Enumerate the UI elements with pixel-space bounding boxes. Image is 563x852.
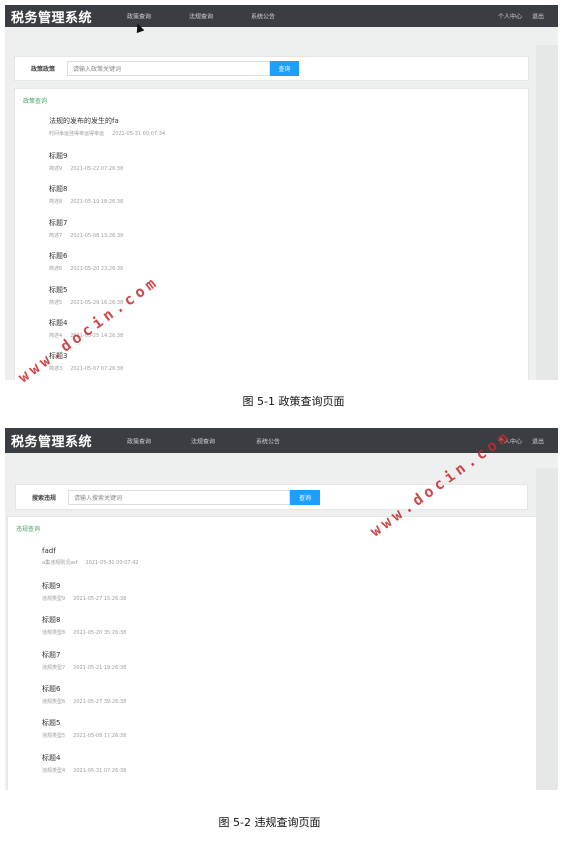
list-item[interactable]: 标题6 简述6 2021-05-20 23:26:38 (49, 251, 123, 272)
item-title: 标题4 (42, 754, 61, 762)
item-meta: 简述7 2021-05-08 13:26:38 (49, 233, 124, 239)
section-title: 违规查询 (16, 526, 41, 533)
search-button[interactable]: 查询 (270, 61, 299, 76)
search-input[interactable]: 请输入搜索关键词 (68, 489, 290, 505)
search-label: 政策政策 (31, 66, 56, 73)
list-item[interactable]: 标题6 违规类型6 2021-05-27 39:26:38 (42, 684, 126, 705)
item-title: 标题8 (42, 616, 61, 624)
logout-link[interactable]: 退出 (532, 12, 544, 21)
item-meta: 简述8 2021-05-19 18:26:38 (49, 199, 124, 205)
item-meta: 违规类型7 2021-05-21 19:26:38 (42, 665, 127, 671)
nav-regulation-query[interactable]: 法规查询 (189, 12, 213, 21)
nav-system-notice[interactable]: 系统公告 (251, 12, 275, 21)
item-title: 标题8 (49, 185, 68, 193)
item-title: fadf (42, 547, 56, 555)
search-panel: 政策政策 请输入政策关键词 查询 (14, 56, 529, 81)
section-title: 政策查询 (23, 98, 48, 105)
scrollbar-track[interactable] (536, 45, 558, 380)
list-item[interactable]: 法规的发布的发生的fa 时间幸运挂得幸运得幸运 2021-05-31 00:07:… (49, 116, 165, 137)
item-meta: 简述6 2021-05-20 23:26:38 (49, 266, 124, 272)
scrollbar-track[interactable] (536, 468, 558, 790)
item-title: 标题7 (42, 651, 61, 659)
nav-policy-query[interactable]: 政策查询 (127, 436, 151, 445)
user-center-link[interactable]: 个人中心 (498, 12, 522, 21)
search-panel: 搜索违规 请输入搜索关键词 查询 (15, 484, 528, 510)
figure-caption: 图 5-1 政策查询页面 (242, 395, 345, 408)
result-panel: 违规查询 fadf a集违规刚况asf 2021-05-31 00:07:42 标… (7, 516, 548, 790)
item-meta: 违规类型5 2021-05-08 17:26:38 (42, 733, 127, 739)
search-input[interactable]: 请输入政策关键词 (67, 61, 270, 76)
item-title: 标题9 (42, 582, 61, 590)
app-title: 税务管理系统 (11, 435, 93, 450)
app-title: 税务管理系统 (11, 10, 93, 26)
nav-system-notice[interactable]: 系统公告 (256, 436, 280, 445)
item-title: 标题6 (42, 685, 61, 693)
item-meta: a集违规刚况asf 2021-05-31 00:07:42 (42, 560, 139, 566)
item-title: 标题7 (49, 219, 68, 227)
item-title: 法规的发布的发生的fa (49, 117, 119, 125)
nav-regulation-query[interactable]: 法规查询 (191, 436, 215, 445)
list-item[interactable]: 标题7 违规类型7 2021-05-21 19:26:38 (42, 650, 126, 671)
nav-policy-query[interactable]: 政策查询 (127, 12, 151, 21)
list-item[interactable]: 标题7 简述7 2021-05-08 13:26:38 (49, 218, 123, 239)
list-item[interactable]: 标题9 简述9 2021-05-22 07:26:38 (49, 151, 123, 172)
search-button[interactable]: 查询 (290, 489, 320, 505)
item-meta: 简述3 2021-05-07 07:26:38 (49, 366, 124, 372)
screenshot-violation-query: 税务管理系统 政策查询 法规查询 系统公告 个人中心 退出 搜索违规 请输入搜索… (5, 428, 558, 790)
item-meta: 违规类型9 2021-05-27 15:26:38 (42, 596, 127, 602)
item-meta: 违规类型6 2021-05-27 39:26:38 (42, 699, 127, 705)
item-title: 标题9 (49, 152, 68, 160)
list-item[interactable]: 标题9 违规类型9 2021-05-27 15:26:38 (42, 581, 126, 602)
item-title: 标题5 (49, 286, 68, 294)
item-meta: 违规类型8 2021-05-20 35:26:38 (42, 630, 127, 636)
item-title: 标题5 (42, 719, 61, 727)
list-item[interactable]: 标题8 违规类型8 2021-05-20 35:26:38 (42, 615, 126, 636)
item-meta: 简述9 2021-05-22 07:26:38 (49, 166, 124, 172)
list-item[interactable]: 标题5 违规类型5 2021-05-08 17:26:38 (42, 718, 126, 739)
list-item[interactable]: 标题8 简述8 2021-05-19 18:26:38 (49, 184, 123, 205)
list-item[interactable]: 标题4 违规类型4 2021-05-31 07:26:38 (42, 753, 126, 774)
item-meta: 时间幸运挂得幸运得幸运 2021-05-31 00:07:34 (49, 131, 166, 137)
item-title: 标题6 (49, 252, 68, 260)
figure-caption: 图 5-2 违规查询页面 (218, 816, 321, 829)
top-navbar: 税务管理系统 政策查询 法规查询 系统公告 个人中心 退出 (5, 5, 558, 27)
item-meta: 违规类型4 2021-05-31 07:26:38 (42, 768, 127, 774)
logout-link[interactable]: 退出 (532, 436, 544, 445)
search-label: 搜索违规 (32, 494, 57, 502)
list-item[interactable]: fadf a集违规刚况asf 2021-05-31 00:07:42 (42, 547, 139, 566)
